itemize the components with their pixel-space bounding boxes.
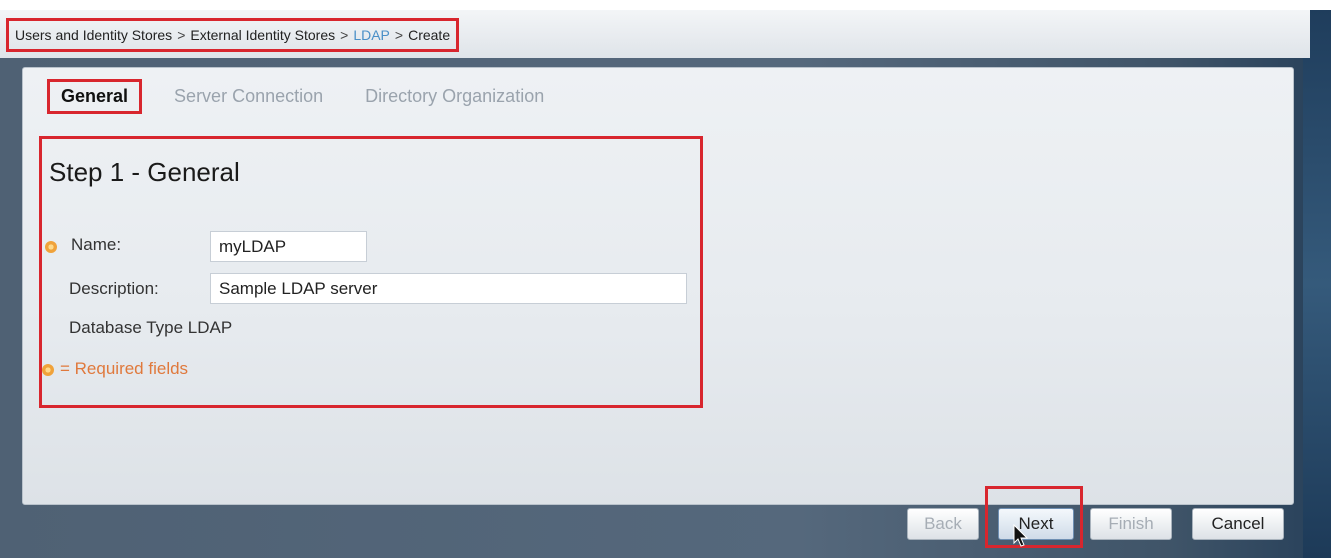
name-input[interactable] <box>210 231 367 262</box>
step-general-section: Step 1 - General Name: Description: Data… <box>39 136 703 408</box>
step-title: Step 1 - General <box>49 157 240 187</box>
back-button[interactable]: Back <box>907 508 979 540</box>
app-window: Users and Identity Stores > External Ide… <box>0 10 1331 558</box>
finish-button[interactable]: Finish <box>1090 508 1172 540</box>
database-type-label: Database Type LDAP <box>69 318 232 338</box>
tab-general[interactable]: General <box>47 78 143 114</box>
database-type-caption: Database Type <box>69 318 184 337</box>
mouse-pointer-icon <box>1013 524 1029 547</box>
breadcrumb-external-identity-stores[interactable]: External Identity Stores <box>190 27 335 43</box>
breadcrumb-users-identity-stores[interactable]: Users and Identity Stores <box>15 27 172 43</box>
required-marker-icon <box>45 241 57 253</box>
next-button-highlight <box>985 486 1083 548</box>
cropped-caption-strip <box>0 0 1331 10</box>
wizard-panel: General Server Connection Directory Orga… <box>22 67 1294 505</box>
breadcrumb-separator: > <box>340 27 349 43</box>
breadcrumb-create: Create <box>408 27 451 43</box>
tab-directory-organization[interactable]: Directory Organization <box>365 86 544 107</box>
breadcrumb-separator: > <box>394 27 404 43</box>
cancel-button[interactable]: Cancel <box>1192 508 1284 540</box>
breadcrumb-bar: Users and Identity Stores > External Ide… <box>0 10 1310 58</box>
right-edge-panel <box>1303 10 1331 558</box>
database-type-value: LDAP <box>187 318 233 337</box>
description-input[interactable] <box>210 273 687 304</box>
breadcrumb-separator: > <box>177 27 186 43</box>
breadcrumb-ldap-link[interactable]: LDAP <box>353 27 390 43</box>
required-fields-note: = Required fields <box>60 359 189 378</box>
breadcrumb: Users and Identity Stores > External Ide… <box>6 18 460 52</box>
description-label: Description: <box>69 279 159 298</box>
name-label: Name: <box>71 235 122 254</box>
tab-server-connection[interactable]: Server Connection <box>174 86 323 107</box>
required-legend-icon <box>42 364 54 376</box>
wizard-tabs: General Server Connection Directory Orga… <box>47 78 586 114</box>
